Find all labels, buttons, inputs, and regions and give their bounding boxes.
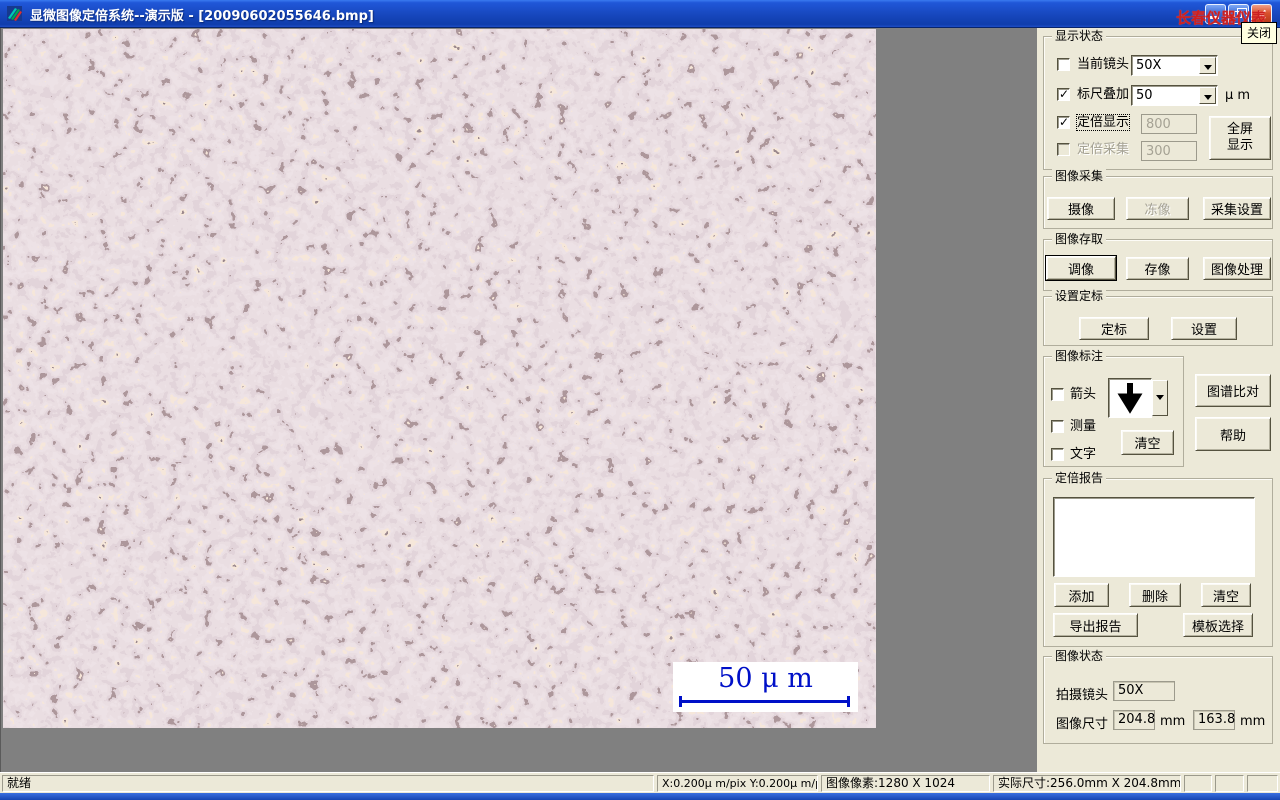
label-fixed-capture: 定倍采集 bbox=[1077, 142, 1130, 157]
down-arrow-icon bbox=[1117, 383, 1143, 414]
chevron-down-icon[interactable] bbox=[1199, 87, 1216, 104]
capture-button[interactable]: 摄像 bbox=[1047, 197, 1115, 220]
minimize-button[interactable] bbox=[1205, 4, 1226, 24]
checkbox-text[interactable] bbox=[1051, 448, 1064, 461]
capture-settings-button[interactable]: 采集设置 bbox=[1203, 197, 1271, 220]
label-shooting-lens: 拍摄镜头 bbox=[1056, 688, 1109, 703]
field-image-width: 204.8 bbox=[1113, 710, 1155, 730]
close-icon: × bbox=[1255, 5, 1268, 23]
fullscreen-button-line2: 显示 bbox=[1226, 138, 1253, 153]
checkbox-measure[interactable] bbox=[1051, 420, 1064, 433]
combo-scale-value[interactable]: 50 bbox=[1131, 85, 1218, 106]
checkbox-current-lens[interactable] bbox=[1057, 58, 1070, 71]
clear-annotation-button[interactable]: 清空 bbox=[1121, 430, 1174, 455]
unit-image-height: mm bbox=[1240, 714, 1266, 729]
calibrate-button[interactable]: 定标 bbox=[1079, 317, 1149, 340]
save-image-button[interactable]: 存像 bbox=[1126, 257, 1189, 280]
restore-button[interactable] bbox=[1228, 4, 1249, 24]
checkbox-fixed-capture bbox=[1057, 143, 1070, 156]
unit-image-width: mm bbox=[1160, 714, 1186, 729]
title-bar: 显微图像定倍系统--演示版 - [20090602055646.bmp] × 长… bbox=[0, 0, 1280, 44]
restore-icon bbox=[1234, 8, 1247, 18]
image-processing-button[interactable]: 图像处理 bbox=[1203, 257, 1271, 280]
atlas-compare-button[interactable]: 图谱比对 bbox=[1195, 374, 1271, 407]
report-clear-button[interactable]: 清空 bbox=[1201, 583, 1251, 607]
micrograph-view[interactable]: 50 μ m bbox=[3, 29, 876, 728]
micrograph-image bbox=[3, 29, 876, 728]
help-button[interactable]: 帮助 bbox=[1195, 417, 1271, 451]
mdi-client-area: 50 μ m 显示状态 当前镜头 50X 标尺叠加 50 μ m bbox=[0, 28, 1280, 772]
load-image-button[interactable]: 调像 bbox=[1045, 255, 1117, 281]
window-controls: × bbox=[1205, 4, 1272, 24]
export-report-button[interactable]: 导出报告 bbox=[1053, 613, 1138, 637]
report-delete-button[interactable]: 删除 bbox=[1129, 583, 1181, 607]
group-image-capture-title: 图像采集 bbox=[1052, 169, 1107, 183]
edit-fixed-display-value: 800 bbox=[1141, 114, 1197, 134]
scale-unit-label: μ m bbox=[1225, 88, 1251, 103]
scale-bar-overlay: 50 μ m bbox=[673, 662, 858, 712]
control-panel: 显示状态 当前镜头 50X 标尺叠加 50 μ m 定倍显示 800 定倍采集 … bbox=[1037, 28, 1280, 772]
label-arrow: 箭头 bbox=[1070, 387, 1097, 402]
statusbar-blank-3 bbox=[1247, 775, 1278, 792]
label-text: 文字 bbox=[1070, 447, 1097, 462]
scale-bar-label: 50 μ m bbox=[718, 663, 813, 694]
checkbox-scale-overlay[interactable] bbox=[1057, 87, 1070, 101]
group-annotation-title: 图像标注 bbox=[1052, 349, 1107, 363]
chevron-down-icon[interactable] bbox=[1199, 57, 1216, 74]
edit-fixed-capture-value: 300 bbox=[1141, 141, 1197, 161]
group-calibration: 设置定标 bbox=[1043, 289, 1273, 346]
statusbar-actual-size: 实际尺寸:256.0mm X 204.8mm bbox=[993, 775, 1181, 792]
report-listbox[interactable] bbox=[1053, 497, 1255, 577]
close-button[interactable]: × bbox=[1251, 4, 1272, 24]
close-tooltip: 关闭 bbox=[1240, 22, 1277, 44]
field-image-height: 163.8 bbox=[1193, 710, 1235, 730]
statusbar-pixel-scale: X:0.200μ m/pix Y:0.200μ m/pix bbox=[657, 775, 818, 792]
label-current-lens: 当前镜头 bbox=[1077, 57, 1130, 72]
label-measure: 测量 bbox=[1070, 419, 1097, 434]
field-shooting-lens: 50X bbox=[1113, 681, 1175, 701]
calibration-settings-button[interactable]: 设置 bbox=[1171, 317, 1237, 340]
fullscreen-button[interactable]: 全屏 显示 bbox=[1209, 116, 1271, 160]
app-window: 显微图像定倍系统--演示版 - [20090602055646.bmp] × 长… bbox=[0, 0, 1280, 800]
combo-scale-value-text: 50 bbox=[1136, 88, 1153, 103]
freeze-button: 冻像 bbox=[1126, 197, 1189, 220]
fullscreen-button-line1: 全屏 bbox=[1226, 122, 1253, 137]
statusbar-image-pixels: 图像像素:1280 X 1024 bbox=[821, 775, 990, 792]
window-title: 显微图像定倍系统--演示版 - [20090602055646.bmp] bbox=[30, 9, 374, 24]
arrow-style-preview[interactable] bbox=[1108, 378, 1152, 418]
label-image-size: 图像尺寸 bbox=[1056, 717, 1109, 732]
report-add-button[interactable]: 添加 bbox=[1054, 583, 1109, 607]
group-image-storage-title: 图像存取 bbox=[1052, 232, 1107, 246]
scale-bar-line bbox=[679, 696, 850, 707]
statusbar-blank-2 bbox=[1215, 775, 1244, 792]
group-report-title: 定倍报告 bbox=[1052, 471, 1107, 485]
group-display-status-title: 显示状态 bbox=[1052, 29, 1107, 43]
checkbox-fixed-display[interactable] bbox=[1057, 115, 1070, 129]
label-scale-overlay: 标尺叠加 bbox=[1077, 87, 1130, 102]
combo-current-lens[interactable]: 50X bbox=[1131, 55, 1218, 76]
group-image-status-title: 图像状态 bbox=[1052, 649, 1107, 663]
status-bar: 就绪 X:0.200μ m/pix Y:0.200μ m/pix 图像像素:12… bbox=[0, 772, 1280, 793]
app-icon bbox=[6, 5, 23, 22]
group-calibration-title: 设置定标 bbox=[1052, 289, 1107, 303]
minimize-icon bbox=[1210, 16, 1219, 19]
combo-current-lens-value: 50X bbox=[1136, 58, 1162, 73]
statusbar-ready: 就绪 bbox=[2, 775, 654, 792]
template-select-button[interactable]: 模板选择 bbox=[1183, 613, 1253, 637]
arrow-style-dropdown-button[interactable] bbox=[1152, 380, 1168, 416]
window-bottom-border bbox=[0, 793, 1280, 800]
statusbar-blank-1 bbox=[1184, 775, 1212, 792]
label-fixed-display: 定倍显示 bbox=[1075, 114, 1131, 131]
checkbox-arrow[interactable] bbox=[1051, 388, 1064, 401]
